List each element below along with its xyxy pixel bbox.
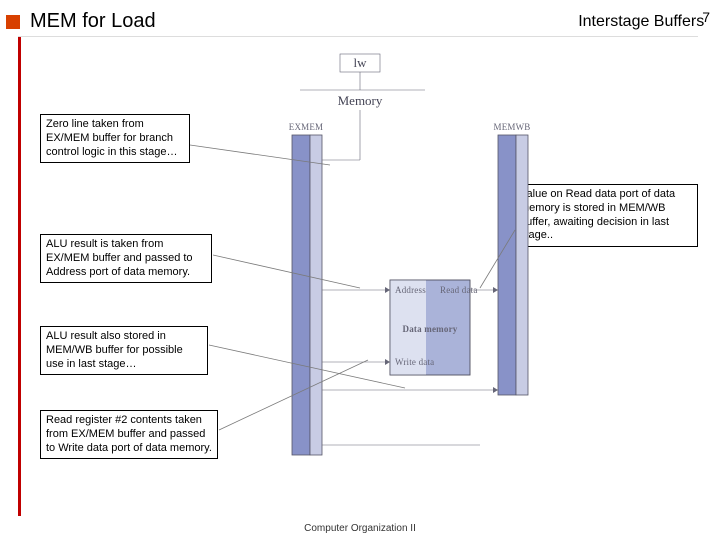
diagram-address-port: Address — [395, 285, 426, 295]
title-bullet-icon — [6, 15, 20, 29]
header-right-label: Interstage Buffers — [578, 13, 704, 30]
header-right: Interstage Buffers7 — [578, 13, 710, 31]
diagram-memwb-label: MEMWB — [494, 122, 531, 132]
annotation-alu-address: ALU result is taken from EX/MEM buffer a… — [40, 234, 212, 283]
left-accent-bar — [18, 36, 21, 516]
page-title: MEM for Load — [30, 10, 156, 33]
pipeline-diagram: lw Memory EXMEM MEMWB Data memory Addres… — [260, 50, 560, 480]
annotation-zero-line: Zero line taken from EX/MEM buffer for b… — [40, 114, 190, 163]
footer-text: Computer Organization II — [0, 523, 720, 534]
diagram-writedata-port: Write data — [395, 357, 434, 367]
diagram-memory-label: Memory — [338, 93, 383, 108]
annotation-alu-store: ALU result also stored in MEM/WB buffer … — [40, 326, 208, 375]
annotation-read-reg2: Read register #2 contents taken from EX/… — [40, 410, 218, 459]
title-bar: MEM for Load Interstage Buffers7 — [0, 10, 710, 33]
diagram-lw-label: lw — [354, 55, 368, 70]
page-number: 7 — [702, 9, 710, 25]
diagram-datamem-label: Data memory — [403, 324, 458, 334]
top-divider — [18, 36, 698, 37]
diagram-exmem-label: EXMEM — [289, 122, 324, 132]
